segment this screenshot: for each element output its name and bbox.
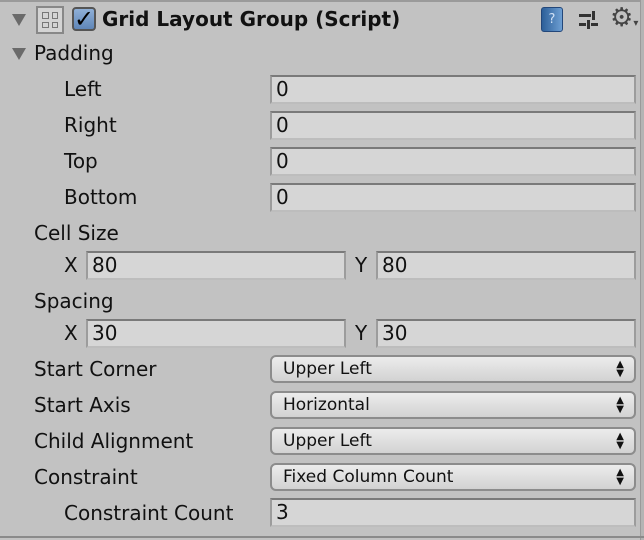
updown-arrow-icon: ▲ ▼ bbox=[616, 431, 624, 451]
top-divider bbox=[0, 0, 644, 2]
start-axis-dropdown[interactable]: Horizontal ▲ ▼ bbox=[270, 391, 636, 419]
enabled-checkbox[interactable]: ✓ bbox=[72, 7, 96, 31]
preset-sliders-icon[interactable] bbox=[578, 9, 600, 31]
cell-size-x-input[interactable]: 80 bbox=[86, 251, 346, 280]
padding-foldout-icon[interactable] bbox=[12, 48, 26, 60]
spacing-label: Spacing bbox=[34, 289, 114, 313]
updown-arrow-icon: ▲ ▼ bbox=[616, 395, 624, 415]
cell-size-label: Cell Size bbox=[34, 221, 119, 245]
start-axis-value: Horizontal bbox=[283, 395, 370, 415]
constraint-count-label: Constraint Count bbox=[64, 501, 234, 525]
start-axis-label: Start Axis bbox=[34, 393, 131, 417]
constraint-label: Constraint bbox=[34, 465, 138, 489]
padding-right-label: Right bbox=[64, 113, 117, 137]
padding-label: Padding bbox=[34, 41, 114, 65]
padding-right-input[interactable]: 0 bbox=[270, 111, 636, 140]
bottom-divider bbox=[0, 536, 644, 538]
child-alignment-dropdown[interactable]: Upper Left ▲ ▼ bbox=[270, 427, 636, 455]
cell-size-x-label: X bbox=[64, 253, 78, 277]
spacing-x-input[interactable]: 30 bbox=[86, 319, 346, 348]
help-book-icon[interactable]: ? bbox=[541, 7, 563, 32]
cell-size-y-input[interactable]: 80 bbox=[376, 251, 636, 280]
spacing-x-label: X bbox=[64, 321, 78, 345]
cell-size-y-label: Y bbox=[355, 253, 368, 277]
component-title: Grid Layout Group (Script) bbox=[102, 7, 401, 31]
start-corner-value: Upper Left bbox=[283, 359, 372, 379]
padding-bottom-label: Bottom bbox=[64, 185, 138, 209]
updown-arrow-icon: ▲ ▼ bbox=[616, 359, 624, 379]
updown-arrow-icon: ▲ ▼ bbox=[616, 467, 624, 487]
padding-bottom-input[interactable]: 0 bbox=[270, 183, 636, 212]
gear-icon[interactable]: ⚙▾ bbox=[610, 3, 638, 33]
start-corner-dropdown[interactable]: Upper Left ▲ ▼ bbox=[270, 355, 636, 383]
child-alignment-value: Upper Left bbox=[283, 431, 372, 451]
child-alignment-label: Child Alignment bbox=[34, 429, 194, 453]
grid-layout-icon bbox=[36, 6, 64, 34]
padding-left-input[interactable]: 0 bbox=[270, 75, 636, 104]
padding-top-label: Top bbox=[64, 149, 98, 173]
right-border bbox=[640, 0, 644, 540]
constraint-value: Fixed Column Count bbox=[283, 467, 454, 487]
foldout-triangle-icon[interactable] bbox=[12, 14, 26, 26]
constraint-count-input[interactable]: 3 bbox=[270, 498, 636, 527]
padding-top-input[interactable]: 0 bbox=[270, 147, 636, 176]
padding-left-label: Left bbox=[64, 77, 102, 101]
constraint-dropdown[interactable]: Fixed Column Count ▲ ▼ bbox=[270, 463, 636, 491]
spacing-y-input[interactable]: 30 bbox=[376, 319, 636, 348]
spacing-y-label: Y bbox=[355, 321, 368, 345]
start-corner-label: Start Corner bbox=[34, 357, 157, 381]
